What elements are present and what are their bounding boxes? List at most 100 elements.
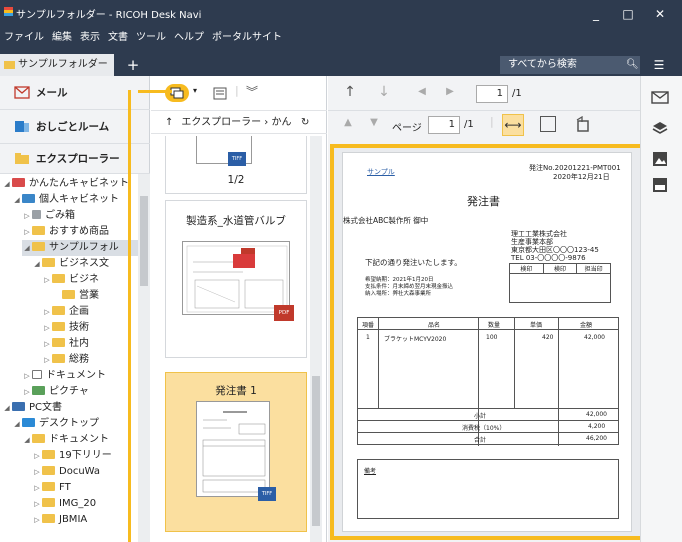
expand-toggle-icon[interactable]: ▷ — [22, 224, 32, 240]
search-input[interactable]: すべてから検索 — [500, 56, 640, 74]
doc-title: 発注書 — [467, 195, 500, 208]
expand-toggle-icon[interactable]: ◢ — [12, 192, 22, 208]
expand-toggle-icon[interactable]: ▷ — [32, 512, 42, 528]
table-header: 金額 — [580, 322, 593, 329]
tree-item[interactable]: ▷ ドキュメント — [22, 368, 106, 384]
tree-item[interactable]: ▷ IMG_20 — [32, 496, 96, 512]
up-arrow-icon[interactable]: ↑ — [165, 117, 173, 128]
desktop-icon — [22, 418, 35, 427]
mail-icon[interactable] — [650, 88, 670, 106]
tree-item[interactable]: ▷ ごみ箱 — [22, 208, 75, 224]
item-number-input[interactable]: 1 — [476, 85, 508, 103]
tree-item[interactable]: ▷ DocuWa — [32, 464, 100, 480]
expand-toggle-icon[interactable]: ▷ — [42, 320, 52, 336]
search-icon[interactable]: 🔍︎ — [626, 56, 640, 74]
expand-toggle-icon[interactable]: ◢ — [2, 176, 12, 192]
prev-icon[interactable]: ◀ — [414, 86, 430, 97]
dropdown-arrow-icon[interactable]: ▾ — [193, 86, 197, 95]
tab-sample-folder[interactable]: サンプルフォルダー — [0, 54, 114, 76]
expand-toggle-icon[interactable]: ▷ — [42, 352, 52, 368]
doc-recipient: 株式会社ABC製作所 御中 — [343, 216, 429, 225]
expand-toggle-icon[interactable]: ▷ — [32, 480, 42, 496]
expand-toggle-icon[interactable]: ▷ — [22, 208, 32, 224]
tree-item[interactable]: ▷ ビジネ — [42, 272, 99, 288]
next-icon[interactable]: ▶ — [442, 86, 458, 97]
fit-width-icon[interactable]: ⟷ — [502, 114, 524, 136]
tree-item[interactable]: ▷ 社内 — [42, 336, 89, 352]
page-down-icon[interactable]: ▼ — [366, 117, 382, 128]
expand-toggle-icon[interactable]: ▷ — [22, 368, 32, 384]
menu-edit[interactable]: 編集 — [52, 28, 72, 44]
expand-toggle-icon[interactable]: ◢ — [32, 256, 42, 272]
expand-toggle-icon[interactable]: ▷ — [32, 448, 42, 464]
arrow-down-icon[interactable]: ↓ — [374, 84, 394, 100]
page-number-input[interactable]: 1 — [428, 116, 460, 134]
thumbnail-scrollbar[interactable] — [310, 136, 322, 542]
expand-toggle-icon[interactable]: ▷ — [42, 272, 52, 288]
tree-item[interactable]: ▷ FT — [32, 480, 71, 496]
thumbnail-card[interactable]: 製造系_水道管バルブ PDF — [165, 200, 307, 358]
expand-toggle-icon[interactable]: ▷ — [42, 304, 52, 320]
list-view-icon[interactable] — [213, 87, 227, 100]
pdf-export-icon[interactable] — [650, 176, 670, 194]
menu-tools[interactable]: ツール — [136, 28, 166, 44]
hamburger-menu-icon[interactable]: ☰ — [650, 56, 668, 74]
expand-toggle-icon[interactable]: ▷ — [32, 496, 42, 512]
rotate-icon[interactable] — [574, 116, 592, 132]
fit-page-icon[interactable] — [540, 116, 556, 132]
collapse-chevron-icon[interactable]: ︾ — [246, 83, 258, 100]
close-button[interactable]: ✕ — [646, 4, 674, 24]
refresh-icon[interactable]: ↻ — [301, 111, 309, 135]
add-tab-button[interactable]: + — [118, 54, 148, 76]
doc-date: 2020年12月21日 — [553, 173, 610, 181]
menu-view[interactable]: 表示 — [80, 28, 100, 44]
expand-toggle-icon[interactable]: ◢ — [22, 432, 32, 448]
menu-help[interactable]: ヘルプ — [174, 28, 204, 44]
tree-item[interactable]: ◢ ビジネス文 — [32, 256, 109, 272]
scrollbar-thumb[interactable] — [140, 196, 148, 286]
menu-portal[interactable]: ポータルサイト — [212, 28, 282, 44]
document-preview-icon — [202, 411, 266, 493]
breadcrumb-path[interactable]: エクスプローラー › かん — [181, 117, 291, 128]
tree-item-label: FT — [59, 482, 71, 493]
menu-document[interactable]: 文書 — [108, 28, 128, 44]
tree-item[interactable]: ▷ 技術 — [42, 320, 89, 336]
table-divider — [358, 408, 618, 409]
thumbnail-card[interactable]: TIFF 1/2 — [165, 136, 307, 194]
tree-item[interactable]: ▷ 企画 — [42, 304, 89, 320]
expand-toggle-icon[interactable]: ◢ — [22, 240, 32, 256]
tree-item[interactable]: ▷ JBMIA — [32, 512, 87, 528]
tree-scrollbar[interactable] — [138, 174, 150, 542]
tree-item[interactable]: ◢ デスクトップ — [12, 416, 99, 432]
expand-toggle-icon[interactable]: ▷ — [22, 384, 32, 400]
toolbar-divider: | — [235, 84, 239, 97]
expand-toggle-icon[interactable]: ▷ — [32, 464, 42, 480]
tree-item-label: ドキュメント — [49, 434, 109, 445]
tree-item[interactable]: ▷ 総務 — [42, 352, 89, 368]
tree-item[interactable]: ▷ ピクチャ — [22, 384, 89, 400]
page-first-icon[interactable]: ▲ — [340, 117, 356, 128]
folder-icon — [42, 498, 55, 507]
folder-icon — [32, 242, 45, 251]
image-export-icon[interactable] — [650, 150, 670, 168]
scrollbar-thumb[interactable] — [312, 376, 320, 526]
maximize-button[interactable]: □ — [614, 4, 642, 24]
folder-icon — [32, 434, 45, 443]
expand-toggle-icon[interactable]: ▷ — [42, 336, 52, 352]
tree-item[interactable]: ◢ PC文書 — [2, 400, 62, 416]
tree-item[interactable]: ◢ かんたんキャビネット — [2, 176, 129, 192]
minimize-button[interactable]: _ — [582, 4, 610, 24]
layers-icon[interactable] — [650, 118, 670, 136]
tax-value: 4,200 — [588, 423, 606, 430]
menu-file[interactable]: ファイル — [4, 28, 44, 44]
expand-toggle-icon[interactable]: ◢ — [2, 400, 12, 416]
tree-item[interactable]: ◢ ドキュメント — [22, 432, 109, 448]
tree-item[interactable]: ▷ おすすめ商品 — [22, 224, 109, 240]
tree-item[interactable]: ◢ 個人キャビネット — [12, 192, 119, 208]
arrow-up-icon[interactable]: ↑ — [340, 84, 360, 100]
expand-toggle-icon[interactable]: ◢ — [12, 416, 22, 432]
tree-item[interactable]: 営業 — [52, 288, 99, 304]
tree-item[interactable]: ▷ 19下リリー — [32, 448, 112, 464]
tree-item[interactable]: ◢ サンプルフォル — [22, 240, 138, 256]
thumbnail-card-selected[interactable]: 発注書 1 TIFF — [165, 372, 307, 532]
